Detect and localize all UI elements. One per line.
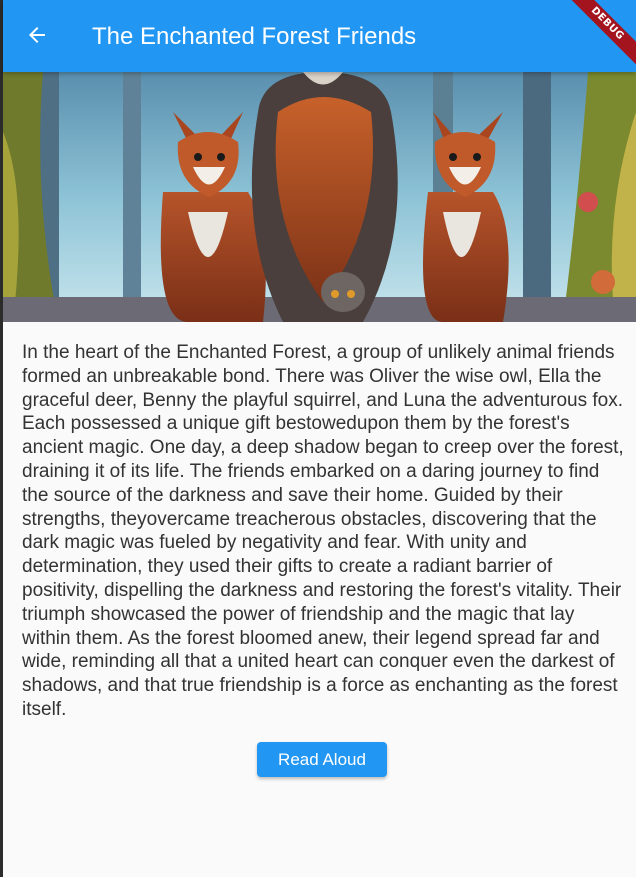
debug-banner-container: DEBUG (566, 0, 636, 70)
debug-banner: DEBUG (566, 0, 636, 70)
read-aloud-button[interactable]: Read Aloud (257, 742, 387, 777)
story-text: In the heart of the Enchanted Forest, a … (22, 342, 624, 720)
app-bar: The Enchanted Forest Friends (3, 0, 636, 72)
page-title: The Enchanted Forest Friends (92, 23, 417, 50)
arrow-back-icon (25, 23, 49, 52)
hero-image (3, 72, 636, 322)
back-button[interactable] (17, 17, 57, 57)
